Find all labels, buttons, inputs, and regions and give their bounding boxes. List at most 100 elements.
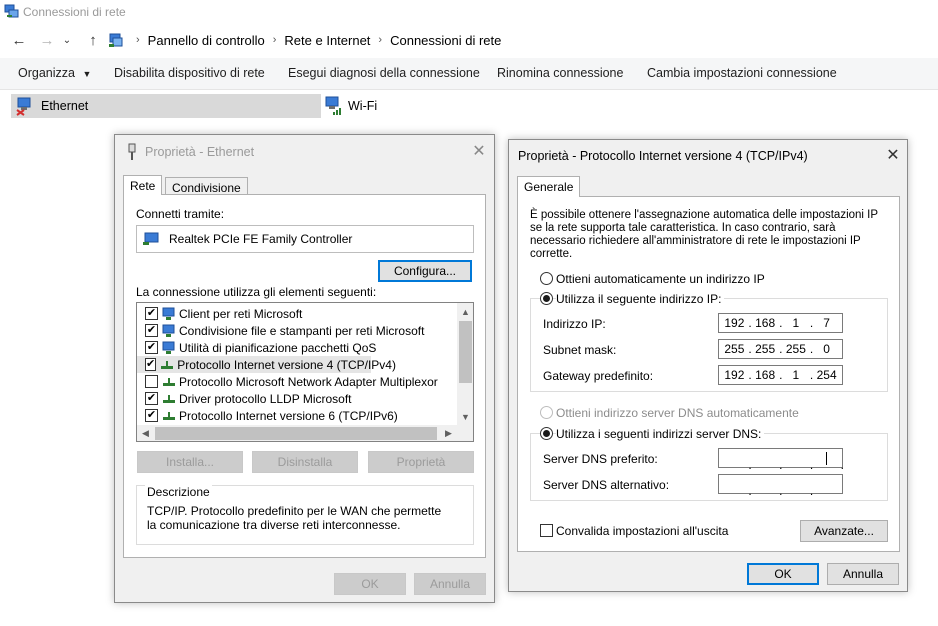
list-item[interactable]: ✔ Utilità di pianificazione pacchetti Qo… bbox=[137, 339, 457, 356]
list-item-selected[interactable]: ✔ Protocollo Internet versione 4 (TCP/IP… bbox=[137, 356, 396, 373]
dialog-title: Proprietà - Ethernet bbox=[145, 145, 255, 159]
breadcrumb-control-panel[interactable]: Pannello di controllo bbox=[144, 33, 269, 48]
component-label: Condivisione file e stampanti per reti M… bbox=[179, 323, 425, 338]
components-list: ✔ Client per reti Microsoft ✔ Condivisio… bbox=[136, 302, 474, 442]
rename-connection-button[interactable]: Rinomina connessione bbox=[497, 66, 623, 80]
ip-octet: 192 bbox=[719, 368, 751, 382]
ipv4-properties-dialog: Proprietà - Protocollo Internet versione… bbox=[508, 139, 908, 592]
uninstall-button[interactable]: Disinstalla bbox=[252, 451, 358, 473]
component-checkbox[interactable] bbox=[145, 375, 158, 388]
breadcrumb-network-connections[interactable]: Connessioni di rete bbox=[386, 33, 505, 48]
description-title: Descrizione bbox=[145, 485, 212, 499]
list-item[interactable]: Protocollo Microsoft Network Adapter Mul… bbox=[137, 373, 457, 390]
scroll-right-icon[interactable]: ▶ bbox=[440, 425, 457, 441]
info-text: È possibile ottenere l'assegnazione auto… bbox=[530, 209, 878, 260]
diagnose-connection-button[interactable]: Esegui diagnosi della connessione bbox=[288, 66, 480, 80]
preferred-dns-field[interactable] bbox=[718, 448, 844, 472]
auto-ip-label[interactable]: Ottieni automaticamente un indirizzo IP bbox=[556, 272, 765, 286]
adapter-name: Wi-Fi bbox=[348, 99, 378, 113]
component-checkbox[interactable]: ✔ bbox=[145, 392, 158, 405]
adapter-ethernet[interactable]: Ethernet bbox=[11, 94, 321, 118]
manual-ip-radio[interactable] bbox=[540, 292, 553, 305]
breadcrumb-network-internet[interactable]: Rete e Internet bbox=[280, 33, 374, 48]
ip-octet: 255 bbox=[781, 342, 813, 356]
address-bar[interactable]: › Pannello di controllo › Rete e Interne… bbox=[104, 28, 938, 52]
gateway-label: Gateway predefinito: bbox=[543, 369, 654, 383]
protocol-icon bbox=[162, 375, 176, 389]
window-title: Connessioni di rete bbox=[23, 5, 126, 19]
radio-dot bbox=[543, 430, 550, 437]
radio-dot bbox=[543, 295, 550, 302]
ok-button[interactable]: OK bbox=[334, 573, 406, 595]
recent-locations-chevron-icon[interactable]: ⌄ bbox=[60, 26, 74, 54]
component-checkbox[interactable]: ✔ bbox=[145, 307, 158, 320]
adapter-list: Ethernet Wi-Fi bbox=[0, 92, 938, 120]
disable-device-button[interactable]: Disabilita dispositivo di rete bbox=[114, 66, 265, 80]
adapter-wifi[interactable]: Wi-Fi bbox=[323, 94, 443, 118]
scroll-thumb[interactable] bbox=[459, 321, 472, 383]
ip-octet: 168 bbox=[750, 316, 782, 330]
auto-dns-label[interactable]: Ottieni indirizzo server DNS automaticam… bbox=[556, 406, 799, 420]
component-checkbox[interactable]: ✔ bbox=[145, 341, 158, 354]
scroll-up-icon[interactable]: ▲ bbox=[457, 303, 473, 320]
change-settings-button[interactable]: Cambia impostazioni connessione bbox=[647, 66, 837, 80]
manual-dns-radio[interactable] bbox=[540, 427, 553, 440]
close-icon[interactable]: ✕ bbox=[469, 141, 489, 161]
component-checkbox[interactable]: ✔ bbox=[145, 358, 157, 371]
horizontal-scrollbar[interactable]: ◀ ▶ bbox=[137, 425, 473, 441]
ip-octet: 254 bbox=[816, 368, 837, 382]
component-label: Protocollo Internet versione 4 (TCP/IPv4… bbox=[177, 357, 396, 372]
general-tab-panel: È possibile ottenere l'assegnazione auto… bbox=[517, 196, 900, 552]
list-item[interactable]: ✔ Protocollo Internet versione 6 (TCP/IP… bbox=[137, 407, 457, 424]
auto-dns-radio[interactable] bbox=[540, 406, 553, 419]
advanced-button[interactable]: Avanzate... bbox=[800, 520, 888, 542]
scroll-down-icon[interactable]: ▼ bbox=[457, 408, 473, 425]
ip-octet: 0 bbox=[823, 342, 830, 356]
component-label: Driver protocollo LLDP Microsoft bbox=[179, 391, 352, 406]
manual-ip-label[interactable]: Utilizza il seguente indirizzo IP: bbox=[556, 292, 725, 306]
list-viewport: ✔ Client per reti Microsoft ✔ Condivisio… bbox=[137, 303, 457, 425]
scroll-thumb[interactable] bbox=[155, 427, 437, 440]
validate-label[interactable]: Convalida impostazioni all'uscita bbox=[556, 524, 728, 538]
install-button[interactable]: Installa... bbox=[137, 451, 243, 473]
list-item[interactable]: ✔ Driver protocollo LLDP Microsoft bbox=[137, 390, 457, 407]
alternate-dns-field[interactable] bbox=[718, 474, 843, 498]
ethernet-adapter-icon bbox=[16, 97, 31, 116]
window-titlebar: Connessioni di rete bbox=[0, 0, 938, 24]
tab-sharing[interactable]: Condivisione bbox=[165, 177, 248, 195]
adapter-name: Ethernet bbox=[41, 99, 89, 113]
ip-address-field[interactable]: 192 168 1 7 bbox=[718, 313, 843, 333]
up-arrow-icon[interactable]: ↑ bbox=[82, 26, 104, 54]
properties-button[interactable]: Proprietà bbox=[368, 451, 474, 473]
validate-checkbox[interactable] bbox=[540, 524, 553, 537]
preferred-dns-label: Server DNS preferito: bbox=[543, 452, 658, 466]
auto-ip-radio[interactable] bbox=[540, 272, 553, 285]
chevron-right-icon[interactable]: › bbox=[374, 34, 386, 46]
subnet-mask-field[interactable]: 255 255 255 0 bbox=[718, 339, 843, 359]
gateway-field[interactable]: 192 168 1 254 bbox=[718, 365, 843, 385]
list-item[interactable]: ✔ Condivisione file e stampanti per reti… bbox=[137, 322, 457, 339]
back-arrow-icon[interactable]: ← bbox=[8, 26, 30, 54]
component-checkbox[interactable]: ✔ bbox=[145, 324, 158, 337]
close-icon[interactable]: ✕ bbox=[883, 145, 903, 165]
manual-dns-label[interactable]: Utilizza i seguenti indirizzi server DNS… bbox=[556, 427, 765, 441]
tab-network[interactable]: Rete bbox=[123, 175, 163, 195]
configure-button[interactable]: Configura... bbox=[378, 260, 472, 282]
organize-label: Organizza bbox=[18, 66, 75, 80]
component-label: Protocollo Internet versione 6 (TCP/IPv6… bbox=[179, 408, 398, 423]
ip-octet: 1 bbox=[781, 316, 813, 330]
chevron-right-icon[interactable]: › bbox=[269, 34, 281, 46]
list-item[interactable]: ✔ Client per reti Microsoft bbox=[137, 305, 457, 322]
cancel-button[interactable]: Annulla bbox=[827, 563, 899, 585]
organize-button[interactable]: Organizza ▼ bbox=[18, 66, 91, 80]
component-checkbox[interactable]: ✔ bbox=[145, 409, 158, 422]
items-label: La connessione utilizza gli elementi seg… bbox=[136, 285, 377, 299]
cancel-button[interactable]: Annulla bbox=[414, 573, 486, 595]
ok-button[interactable]: OK bbox=[747, 563, 819, 585]
vertical-scrollbar[interactable]: ▲ ▼ bbox=[457, 303, 473, 425]
tab-general[interactable]: Generale bbox=[517, 176, 581, 197]
wifi-adapter-icon bbox=[325, 96, 341, 115]
scroll-left-icon[interactable]: ◀ bbox=[137, 425, 154, 441]
command-bar: Organizza ▼ Disabilita dispositivo di re… bbox=[0, 58, 938, 90]
forward-arrow-icon[interactable]: → bbox=[36, 26, 58, 54]
